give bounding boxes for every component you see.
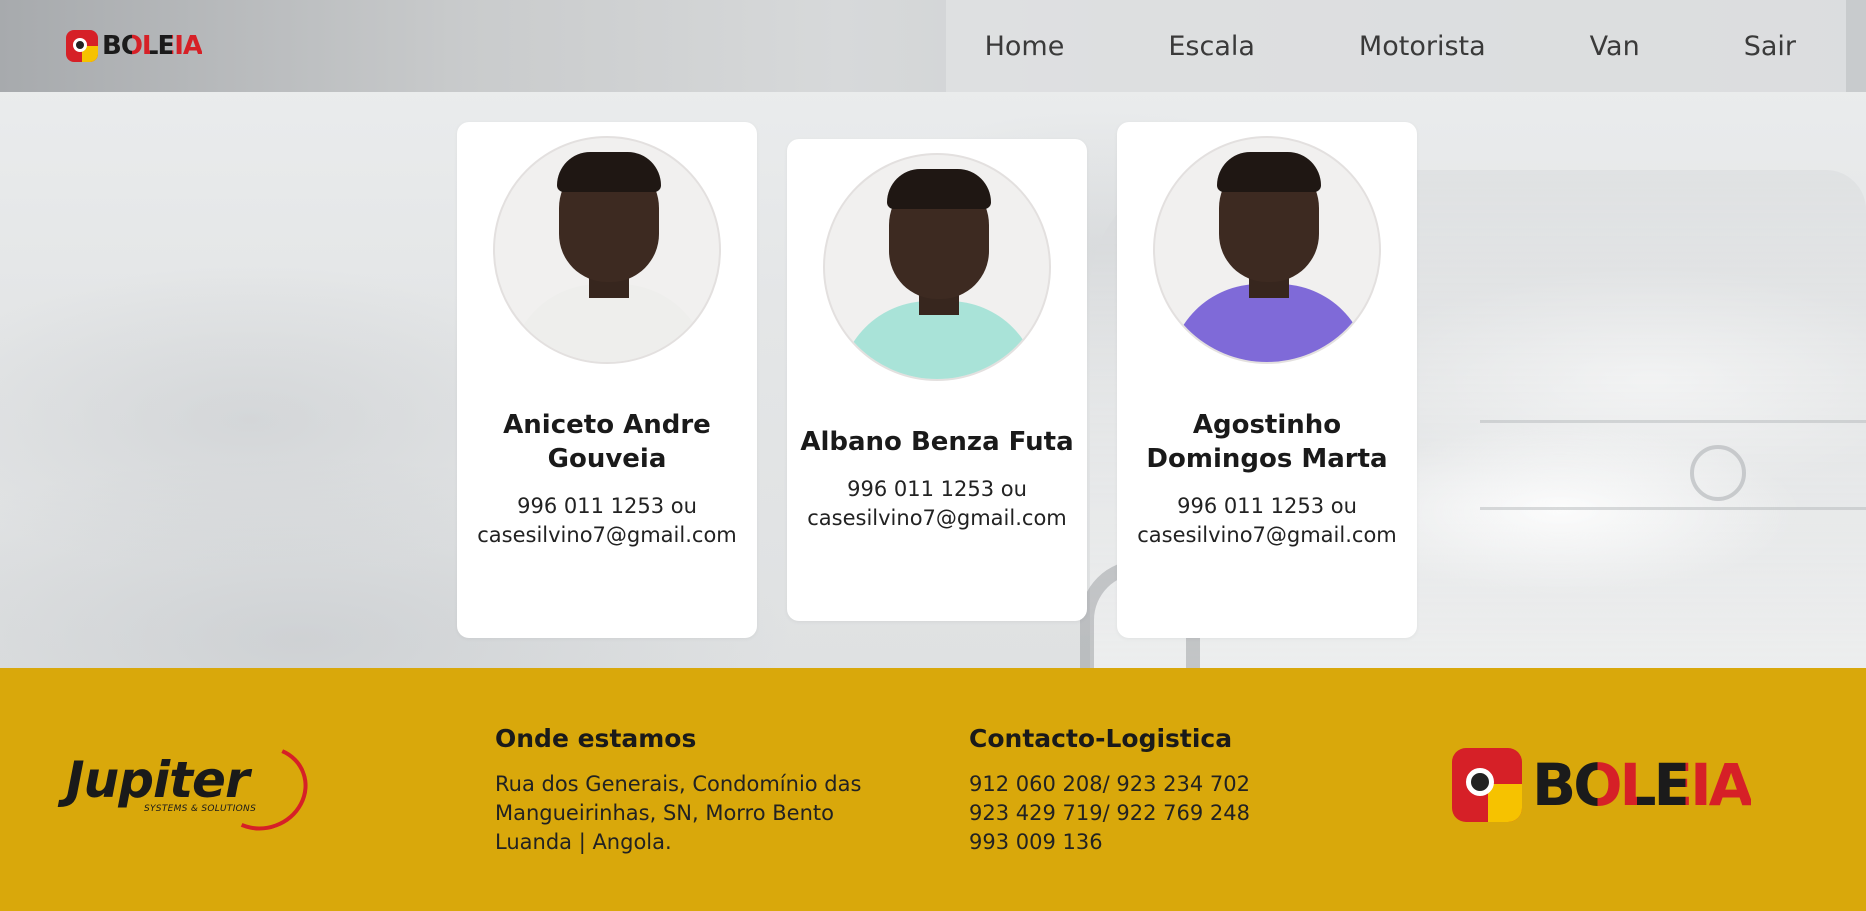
- location-pin-icon: [1452, 748, 1522, 822]
- background-car-badge: [1690, 445, 1746, 501]
- driver-name-line2: Gouveia: [547, 444, 667, 474]
- address-line: Rua dos Generais, Condomínio das: [495, 772, 862, 796]
- contact-phone-line: 912 060 208/ 923 234 702: [969, 772, 1250, 796]
- nav-escala[interactable]: Escala: [1168, 31, 1255, 62]
- nav-home[interactable]: Home: [985, 31, 1065, 62]
- jupiter-tagline: SYSTEMS & SOLUTIONS: [144, 804, 257, 814]
- driver-phone: 996 011 1253 ou: [1177, 494, 1357, 518]
- driver-avatar: [493, 136, 721, 364]
- driver-name-line2: Domingos Marta: [1146, 444, 1388, 474]
- contact-phone-line: 993 009 136: [969, 830, 1103, 854]
- address-line: Mangueirinhas, SN, Morro Bento: [495, 801, 834, 825]
- driver-name-line1: Agostinho: [1192, 410, 1342, 440]
- footer-brand-logo: BOLEIA: [1452, 748, 1754, 822]
- driver-avatar: [1153, 136, 1381, 364]
- jupiter-logo: Jupiter SYSTEMS & SOLUTIONS: [66, 732, 320, 844]
- contact-title: Contacto-Logistica: [969, 724, 1233, 753]
- top-header: BOLEIA Home Escala Motorista Van Sair: [0, 0, 1866, 92]
- driver-card[interactable]: Aniceto Andre Gouveia 996 011 1253 ou ca…: [457, 122, 757, 638]
- contact-phone-line: 923 429 719/ 922 769 248: [969, 801, 1250, 825]
- driver-avatar: [823, 153, 1051, 381]
- driver-card[interactable]: Albano Benza Futa 996 011 1253 ou casesi…: [787, 139, 1087, 621]
- nav-sair[interactable]: Sair: [1744, 31, 1796, 62]
- driver-email[interactable]: casesilvino7@gmail.com: [457, 521, 757, 550]
- address-line: Luanda | Angola.: [495, 830, 672, 854]
- location-title: Onde estamos: [495, 724, 697, 753]
- footer-brand-wordmark: BOLEIA: [1532, 751, 1754, 819]
- brand-logo-link[interactable]: BOLEIA: [66, 28, 203, 64]
- driver-card[interactable]: Agostinho Domingos Marta 996 011 1253 ou…: [1117, 122, 1417, 638]
- location-pin-icon: [66, 30, 98, 62]
- driver-email[interactable]: casesilvino7@gmail.com: [787, 504, 1087, 533]
- background-car-grille: [1480, 420, 1866, 510]
- driver-name-line1: Albano Benza Futa: [800, 427, 1074, 457]
- main-nav: Home Escala Motorista Van Sair: [985, 0, 1796, 92]
- driver-email[interactable]: casesilvino7@gmail.com: [1117, 521, 1417, 550]
- nav-motorista[interactable]: Motorista: [1359, 31, 1486, 62]
- driver-phone: 996 011 1253 ou: [517, 494, 697, 518]
- footer-contact: Contacto-Logistica 912 060 208/ 923 234 …: [969, 722, 1250, 857]
- driver-name-line1: Aniceto Andre: [503, 410, 711, 440]
- driver-phone: 996 011 1253 ou: [847, 477, 1027, 501]
- brand-wordmark: BOLEIA: [102, 31, 203, 61]
- footer-location: Onde estamos Rua dos Generais, Condomíni…: [495, 722, 861, 857]
- nav-van[interactable]: Van: [1590, 31, 1640, 62]
